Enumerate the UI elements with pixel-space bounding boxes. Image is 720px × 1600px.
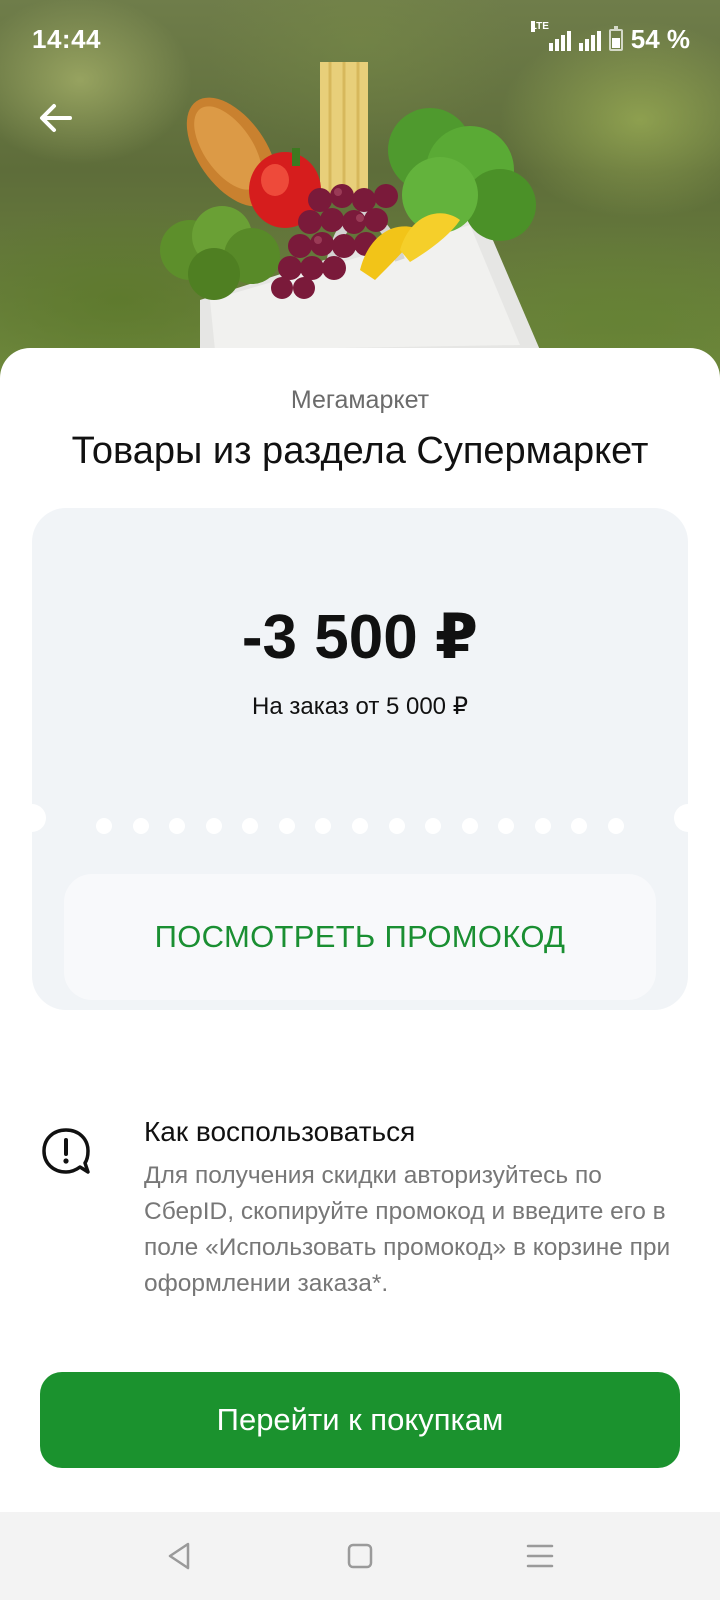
back-triangle-icon <box>168 1542 190 1570</box>
coupon-notch-left <box>18 804 46 832</box>
nav-back-button[interactable] <box>156 1534 200 1578</box>
view-promocode-button[interactable]: ПОСМОТРЕТЬ ПРОМОКОД <box>64 874 656 1000</box>
battery-icon <box>608 25 623 51</box>
status-bar: 14:44 LTE 54 % <box>0 0 720 80</box>
discount-condition: На заказ от 5 000 ₽ <box>252 693 468 720</box>
nav-home-button[interactable] <box>338 1534 382 1578</box>
offer-sheet: Мегамаркет Товары из раздела Супермаркет… <box>0 348 720 1508</box>
discount-amount: -3 500 ₽ <box>241 603 479 672</box>
coupon-perforation <box>96 818 624 836</box>
home-square-icon <box>347 1543 373 1569</box>
system-navigation-bar <box>0 1512 720 1600</box>
coupon-notch-right <box>674 804 702 832</box>
arrow-left-icon <box>40 104 72 132</box>
howto-title: Как воспользоваться <box>144 1116 416 1147</box>
lte-signal-icon: LTE <box>530 20 571 51</box>
howto-text: Для получения скидки авторизуйтесь по Сб… <box>144 1162 671 1297</box>
brand-name: Мегамаркет <box>290 386 430 414</box>
cellular-signal-icon <box>578 29 601 51</box>
status-indicators: LTE 54 % <box>530 20 690 55</box>
back-button[interactable] <box>36 98 76 138</box>
status-time: 14:44 <box>32 24 101 54</box>
exclamation-bubble-icon <box>42 1128 90 1174</box>
menu-lines-icon <box>526 1544 554 1568</box>
network-type: LTE <box>530 20 549 32</box>
battery-percent: 54 % <box>630 24 690 54</box>
go-shopping-button[interactable]: Перейти к покупкам <box>40 1372 680 1468</box>
nav-menu-button[interactable] <box>518 1534 562 1578</box>
offer-title: Товары из раздела Супермаркет <box>71 430 649 472</box>
